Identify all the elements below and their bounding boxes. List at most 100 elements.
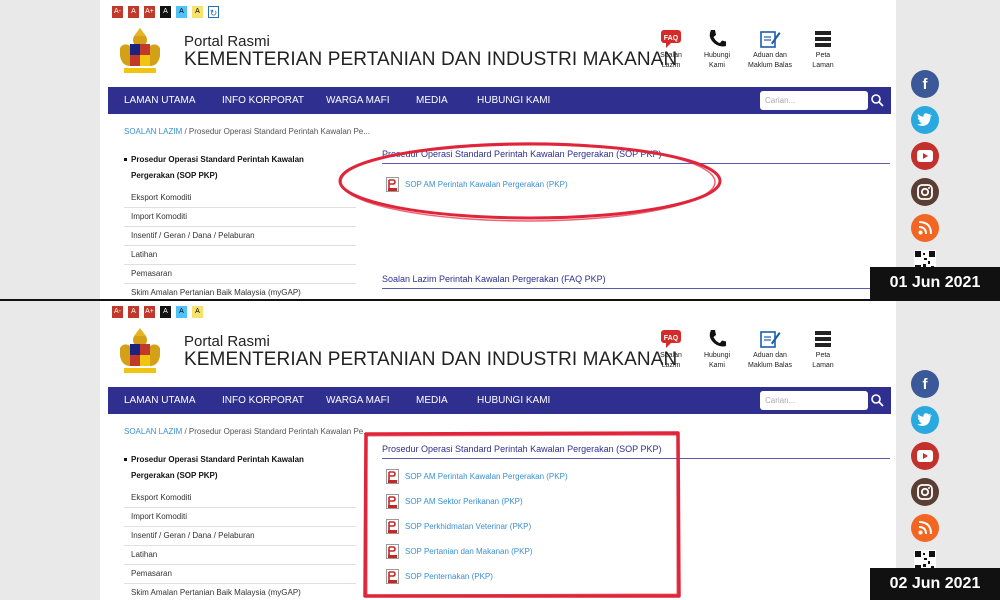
faq-icon: FAQ [661, 30, 681, 48]
nav-info-korporat[interactable]: INFO KORPORAT [222, 87, 304, 114]
sidebar-item-import[interactable]: Import Komoditi [124, 208, 356, 227]
font-increase-button[interactable]: A+ [144, 6, 155, 18]
breadcrumb-current: / Prosedur Operasi Standard Perintah Kaw… [182, 127, 370, 136]
sitemap-label-1: Peta [815, 52, 831, 59]
font-increase-button[interactable]: A+ [144, 306, 155, 318]
faq-link[interactable]: FAQ Soalan Lazim [648, 328, 694, 370]
theme-cyan-button[interactable]: A [176, 6, 187, 18]
search-input[interactable]: Carian... [760, 91, 868, 110]
portal-label: Portal Rasmi [184, 33, 270, 50]
sidebar-item-latihan[interactable]: Latihan [124, 246, 356, 265]
nav-hubungi-kami[interactable]: HUBUNGI KAMI [477, 387, 550, 414]
contact-label-1: Hubungi [703, 352, 731, 359]
theme-black-button[interactable]: A [160, 306, 171, 318]
sidebar-item-pemasaran[interactable]: Pemasaran [124, 265, 356, 284]
feedback-link[interactable]: Aduan dan Maklum Balas [740, 28, 800, 70]
social-links: f [911, 370, 939, 572]
contact-link[interactable]: Hubungi Kami [694, 328, 740, 370]
feedback-icon [760, 31, 781, 48]
search-icon[interactable] [870, 393, 884, 407]
faq-link[interactable]: FAQ Soalan Lazim [648, 28, 694, 70]
sitemap-link[interactable]: Peta Laman [800, 328, 846, 370]
sidebar-item-eksport[interactable]: Eksport Komoditi [124, 189, 356, 208]
left-gutter [0, 0, 100, 300]
web-page: A- A A+ A A A ↻ Portal Rasmi KEMENTERIAN… [100, 0, 896, 300]
search-input[interactable]: Carian... [760, 391, 868, 410]
ministry-name[interactable]: KEMENTERIAN PERTANIAN DAN INDUSTRI MAKAN… [184, 49, 677, 71]
phone-icon [709, 330, 726, 347]
theme-black-button[interactable]: A [160, 6, 171, 18]
theme-cyan-button[interactable]: A [176, 306, 187, 318]
nav-media[interactable]: MEDIA [416, 387, 448, 414]
breadcrumb-link[interactable]: SOALAN LAZIM [124, 127, 182, 136]
sidebar-item-pemasaran[interactable]: Pemasaran [124, 565, 356, 584]
feedback-label-2: Maklum Balas [748, 362, 792, 369]
sidebar-item-eksport[interactable]: Eksport Komoditi [124, 489, 356, 508]
coat-of-arms-logo[interactable] [114, 326, 166, 378]
faq-label-1: Soalan [660, 352, 682, 359]
nav-media[interactable]: MEDIA [416, 87, 448, 114]
contact-label-2: Kami [709, 362, 725, 369]
breadcrumb-current: / Prosedur Operasi Standard Perintah Kaw… [182, 427, 370, 436]
twitter-icon[interactable] [911, 406, 939, 434]
theme-yellow-button[interactable]: A [192, 306, 203, 318]
nav-laman-utama[interactable]: LAMAN UTAMA [124, 87, 196, 114]
contact-label-1: Hubungi [703, 52, 731, 59]
accessibility-bar: A- A A+ A A A [112, 306, 203, 318]
phone-icon [709, 30, 726, 47]
sitemap-icon [815, 331, 831, 347]
reset-icon[interactable]: ↻ [208, 6, 219, 18]
svg-text:FAQ: FAQ [664, 335, 679, 342]
ministry-name[interactable]: KEMENTERIAN PERTANIAN DAN INDUSTRI MAKAN… [184, 349, 677, 371]
instagram-icon[interactable] [911, 478, 939, 506]
sidebar: Prosedur Operasi Standard Perintah Kawal… [124, 150, 356, 300]
rss-icon[interactable] [911, 514, 939, 542]
sidebar-item-insentif[interactable]: Insentif / Geran / Dana / Pelaburan [124, 527, 356, 546]
portal-label: Portal Rasmi [184, 333, 270, 350]
font-normal-button[interactable]: A [128, 306, 139, 318]
youtube-icon[interactable] [911, 142, 939, 170]
contact-label-2: Kami [709, 62, 725, 69]
sidebar-item-import[interactable]: Import Komoditi [124, 508, 356, 527]
contact-link[interactable]: Hubungi Kami [694, 28, 740, 70]
facebook-icon[interactable]: f [911, 370, 939, 398]
coat-of-arms-logo[interactable] [114, 26, 166, 78]
sidebar-item-sop-pkp[interactable]: Prosedur Operasi Standard Perintah Kawal… [124, 150, 356, 189]
rss-icon[interactable] [911, 214, 939, 242]
header-icons: FAQ Soalan Lazim Hubungi Kami Aduan dan … [648, 28, 846, 70]
annotation-box [363, 431, 681, 598]
twitter-icon[interactable] [911, 106, 939, 134]
sidebar-active-line-2: Pergerakan (SOP PKP) [131, 171, 218, 180]
date-badge: 01 Jun 2021 [870, 267, 1000, 299]
font-normal-button[interactable]: A [128, 6, 139, 18]
breadcrumb: SOALAN LAZIM / Prosedur Operasi Standard… [124, 427, 370, 436]
sitemap-link[interactable]: Peta Laman [800, 28, 846, 70]
nav-hubungi-kami[interactable]: HUBUNGI KAMI [477, 87, 550, 114]
sidebar-active-line-1: Prosedur Operasi Standard Perintah Kawal… [131, 455, 304, 464]
feedback-link[interactable]: Aduan dan Maklum Balas [740, 328, 800, 370]
font-decrease-button[interactable]: A- [112, 6, 123, 18]
header-icons: FAQ Soalan Lazim Hubungi Kami Aduan dan … [648, 328, 846, 370]
youtube-icon[interactable] [911, 442, 939, 470]
breadcrumb-link[interactable]: SOALAN LAZIM [124, 427, 182, 436]
search-icon[interactable] [870, 93, 884, 107]
nav-laman-utama[interactable]: LAMAN UTAMA [124, 387, 196, 414]
sitemap-label-2: Laman [812, 362, 834, 369]
sidebar-item-insentif[interactable]: Insentif / Geran / Dana / Pelaburan [124, 227, 356, 246]
sidebar-item-mygap[interactable]: Skim Amalan Pertanian Baik Malaysia (myG… [124, 284, 356, 300]
frame-separator [0, 299, 1000, 301]
theme-yellow-button[interactable]: A [192, 6, 203, 18]
nav-info-korporat[interactable]: INFO KORPORAT [222, 387, 304, 414]
instagram-icon[interactable] [911, 178, 939, 206]
facebook-icon[interactable]: f [911, 70, 939, 98]
feedback-label-1: Aduan dan [753, 352, 787, 359]
sidebar-item-mygap[interactable]: Skim Amalan Pertanian Baik Malaysia (myG… [124, 584, 356, 600]
sidebar-item-latihan[interactable]: Latihan [124, 546, 356, 565]
nav-warga-mafi[interactable]: WARGA MAFI [326, 387, 390, 414]
nav-warga-mafi[interactable]: WARGA MAFI [326, 87, 390, 114]
faq-label-2: Lazim [661, 62, 681, 69]
font-decrease-button[interactable]: A- [112, 306, 123, 318]
left-gutter [0, 300, 100, 600]
sidebar-item-sop-pkp[interactable]: Prosedur Operasi Standard Perintah Kawal… [124, 450, 356, 489]
sidebar-active-line-1: Prosedur Operasi Standard Perintah Kawal… [131, 155, 304, 164]
